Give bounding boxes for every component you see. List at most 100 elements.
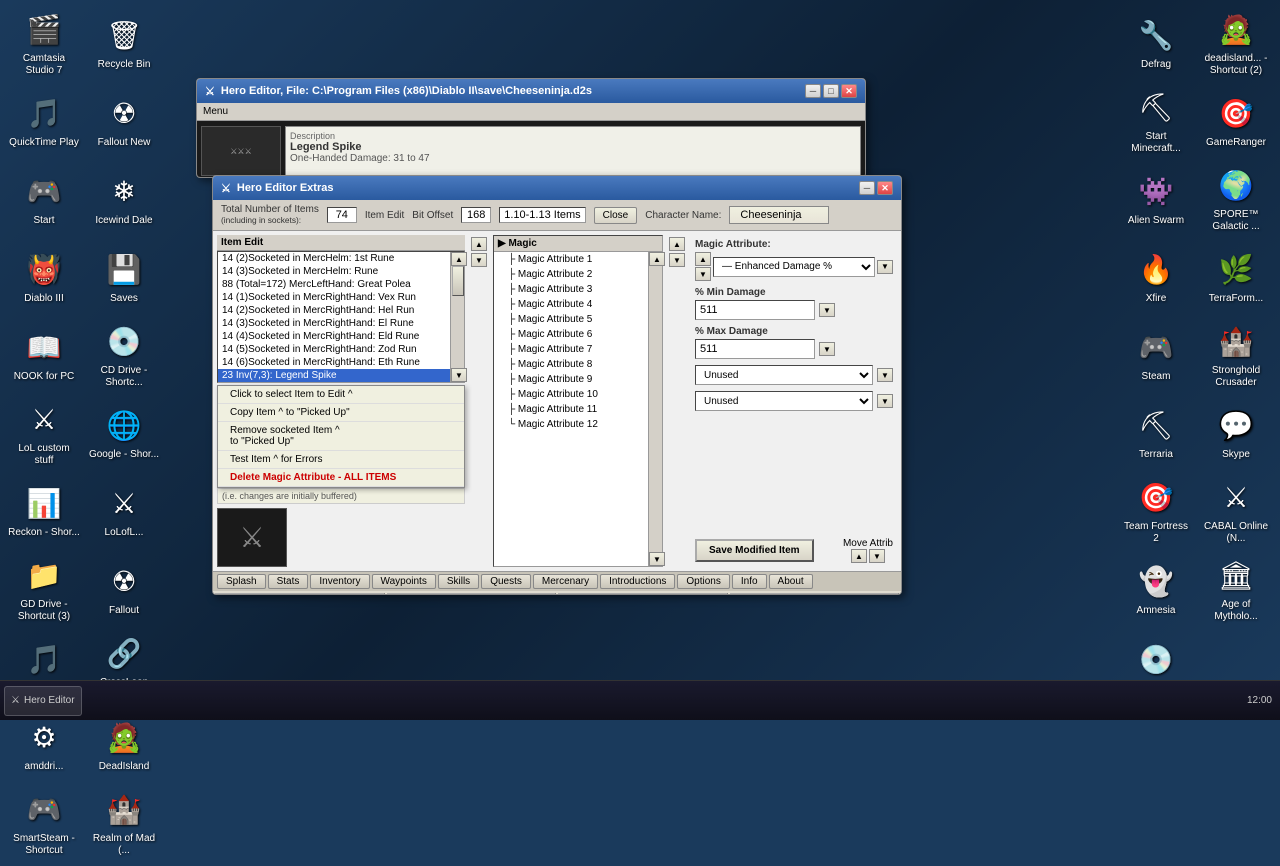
- desktop-icon-terraform[interactable]: 🌿 TerraForm...: [1196, 238, 1276, 316]
- magic-tree-list[interactable]: ├ Magic Attribute 1 ├ Magic Attribute 2 …: [494, 252, 648, 566]
- min-damage-input[interactable]: [695, 300, 815, 320]
- desktop-icon-google[interactable]: 🌐 Google - Shor...: [84, 394, 164, 472]
- desktop-icon-minecraft[interactable]: ⛏ Start Minecraft...: [1116, 82, 1196, 160]
- magic-attr-2[interactable]: ├ Magic Attribute 2: [494, 267, 648, 282]
- taskbar-hero-editor[interactable]: ⚔ Hero Editor: [4, 686, 82, 716]
- magic-attr-10[interactable]: ├ Magic Attribute 10: [494, 387, 648, 402]
- tab-skills[interactable]: Skills: [438, 574, 479, 589]
- max-damage-dropdown[interactable]: ▼: [819, 342, 835, 356]
- max-damage-input[interactable]: [695, 339, 815, 359]
- move-down-btn[interactable]: ▼: [869, 549, 885, 563]
- extras-minimize[interactable]: ─: [859, 181, 875, 195]
- desktop-icon-spore[interactable]: 🌍 SPORE™ Galactic ...: [1196, 160, 1276, 238]
- desktop-icon-camtasia[interactable]: 🎬 Camtasia Studio 7: [4, 4, 84, 82]
- desktop-icon-saves[interactable]: 💾 Saves: [84, 238, 164, 316]
- desktop-icon-amnesia[interactable]: 👻 Amnesia: [1116, 550, 1196, 628]
- item-list[interactable]: 14 (2)Socketed in MercHelm: 1st Rune 14 …: [218, 252, 450, 382]
- magic-scrollbar[interactable]: ▲ ▼: [648, 252, 662, 566]
- desktop-icon-gameranger[interactable]: 🎯 GameRanger: [1196, 82, 1276, 160]
- tree-arrow-down[interactable]: ▼: [669, 253, 685, 267]
- ctx-delete-all[interactable]: Delete Magic Attribute - ALL ITEMS: [218, 469, 464, 487]
- attr-dropdown-arrow[interactable]: ▼: [877, 260, 893, 274]
- magic-attr-select[interactable]: — Enhanced Damage %: [713, 257, 875, 277]
- desktop-icon-realm[interactable]: 🏰 Realm of Mad (...: [84, 784, 164, 862]
- desktop-icon-fallout2[interactable]: ☢ Fallout: [84, 550, 164, 628]
- desktop-icon-start[interactable]: 🎮 Start: [4, 160, 84, 238]
- list-item-selected[interactable]: 23 Inv(7,3): Legend Spike: [218, 369, 450, 382]
- list-item[interactable]: 88 (Total=172) MercLeftHand: Great Polea: [218, 278, 450, 291]
- tab-mercenary[interactable]: Mercenary: [533, 574, 598, 589]
- desktop-icon-tf2[interactable]: 🎯 Team Fortress 2: [1116, 472, 1196, 550]
- ctx-remove-socketed[interactable]: Remove socketed Item ^to "Picked Up": [218, 422, 464, 451]
- min-damage-dropdown[interactable]: ▼: [819, 303, 835, 317]
- magic-attr-9[interactable]: ├ Magic Attribute 9: [494, 372, 648, 387]
- unused1-select[interactable]: Unused: [695, 365, 873, 385]
- attr-nav-up[interactable]: ▲: [695, 252, 711, 266]
- magic-attr-3[interactable]: ├ Magic Attribute 3: [494, 282, 648, 297]
- menu-label[interactable]: Menu: [203, 106, 228, 117]
- magic-attr-7[interactable]: ├ Magic Attribute 7: [494, 342, 648, 357]
- extras-close[interactable]: ✕: [877, 181, 893, 195]
- desktop-icon-reckon[interactable]: 📊 Reckon - Shor...: [4, 472, 84, 550]
- magic-parent[interactable]: ▶: [498, 238, 508, 249]
- unused1-dropdown[interactable]: ▼: [877, 368, 893, 382]
- tab-splash[interactable]: Splash: [217, 574, 266, 589]
- desktop-icon-xfire[interactable]: 🔥 Xfire: [1116, 238, 1196, 316]
- desktop-icon-fallout[interactable]: ☢ Fallout New: [84, 82, 164, 160]
- magic-attr-12[interactable]: └ Magic Attribute 12: [494, 417, 648, 432]
- magic-attr-5[interactable]: ├ Magic Attribute 5: [494, 312, 648, 327]
- desktop-icon-nook[interactable]: 📖 NOOK for PC: [4, 316, 84, 394]
- desktop-icon-diablo[interactable]: 👹 Diablo III: [4, 238, 84, 316]
- tab-stats[interactable]: Stats: [268, 574, 309, 589]
- ctx-test-item[interactable]: Test Item ^ for Errors: [218, 451, 464, 469]
- ctx-copy-item[interactable]: Copy Item ^ to "Picked Up": [218, 404, 464, 422]
- desktop-icon-quicktime[interactable]: 🎵 QuickTime Play: [4, 82, 84, 160]
- maximize-btn[interactable]: □: [823, 84, 839, 98]
- attr-nav-down[interactable]: ▼: [695, 267, 711, 281]
- tree-arrow-up[interactable]: ▲: [669, 237, 685, 251]
- tab-about[interactable]: About: [769, 574, 813, 589]
- item-binary-btn[interactable]: Item Binary Compare/Edit: [387, 593, 557, 595]
- desktop-icon-skype[interactable]: 💬 Skype: [1196, 394, 1276, 472]
- desktop-icon-alienswarm[interactable]: 👾 Alien Swarm: [1116, 160, 1196, 238]
- arrow-down-btn[interactable]: ▼: [471, 253, 487, 267]
- scroll-up[interactable]: ▲: [451, 252, 467, 266]
- desktop-icon-defrag[interactable]: 🔧 Defrag: [1116, 4, 1196, 82]
- desktop-icon-lol[interactable]: ⚔ LoL custom stuff: [4, 394, 84, 472]
- item-edit-btn[interactable]: Item Edit: [558, 593, 728, 595]
- tab-info[interactable]: Info: [732, 574, 767, 589]
- list-item[interactable]: 14 (3)Socketed in MercRightHand: El Rune: [218, 317, 450, 330]
- desktop-icon-terraria[interactable]: ⛏ Terraria: [1116, 394, 1196, 472]
- desktop-icon-smartsteam[interactable]: 🎮 SmartSteam - Shortcut: [4, 784, 84, 862]
- minimize-btn[interactable]: ─: [805, 84, 821, 98]
- list-item[interactable]: 14 (2)Socketed in MercRightHand: Hel Run: [218, 304, 450, 317]
- desktop-icon-recycle[interactable]: 🗑 Recycle Bin: [84, 4, 164, 82]
- move-up-btn[interactable]: ▲: [851, 549, 867, 563]
- list-item[interactable]: 14 (4)Socketed in MercRightHand: Eld Run…: [218, 330, 450, 343]
- list-item[interactable]: 14 (3)Socketed in MercHelm: Rune: [218, 265, 450, 278]
- desktop-icon-lol2[interactable]: ⚔ LoLofL...: [84, 472, 164, 550]
- list-item[interactable]: 14 (2)Socketed in MercHelm: 1st Rune: [218, 252, 450, 265]
- ctx-select-item[interactable]: Click to select Item to Edit ^: [218, 386, 464, 404]
- desktop-icon-deadisland2[interactable]: 🧟 deadisland... - Shortcut (2): [1196, 4, 1276, 82]
- magic-scroll-down[interactable]: ▼: [649, 552, 665, 566]
- close-btn[interactable]: ✕: [841, 84, 857, 98]
- desktop-icon-cabal[interactable]: ⚔ CABAL Online (N...: [1196, 472, 1276, 550]
- desktop-icon-gddrive[interactable]: 📁 GD Drive - Shortcut (3): [4, 550, 84, 628]
- unused2-select[interactable]: Unused: [695, 391, 873, 411]
- desktop-icon-agemyth[interactable]: 🏛 Age of Mytholo...: [1196, 550, 1276, 628]
- tab-quests[interactable]: Quests: [481, 574, 531, 589]
- tab-options[interactable]: Options: [677, 574, 729, 589]
- magic-attr-4[interactable]: ├ Magic Attribute 4: [494, 297, 648, 312]
- list-item[interactable]: 14 (1)Socketed in MercRightHand: Vex Run: [218, 291, 450, 304]
- scroll-thumb[interactable]: [452, 266, 464, 296]
- arrow-up-btn[interactable]: ▲: [471, 237, 487, 251]
- magic-scroll-up[interactable]: ▲: [649, 252, 665, 266]
- unused2-dropdown[interactable]: ▼: [877, 394, 893, 408]
- magic-attr-11[interactable]: ├ Magic Attribute 11: [494, 402, 648, 417]
- desktop-icon-steam[interactable]: 🎮 Steam: [1116, 316, 1196, 394]
- save-modified-btn[interactable]: Save Modified Item: [695, 539, 814, 562]
- magic-attr-8[interactable]: ├ Magic Attribute 8: [494, 357, 648, 372]
- magic-attr-6[interactable]: ├ Magic Attribute 6: [494, 327, 648, 342]
- item-char-create-btn[interactable]: Item/Character Create: [730, 593, 900, 595]
